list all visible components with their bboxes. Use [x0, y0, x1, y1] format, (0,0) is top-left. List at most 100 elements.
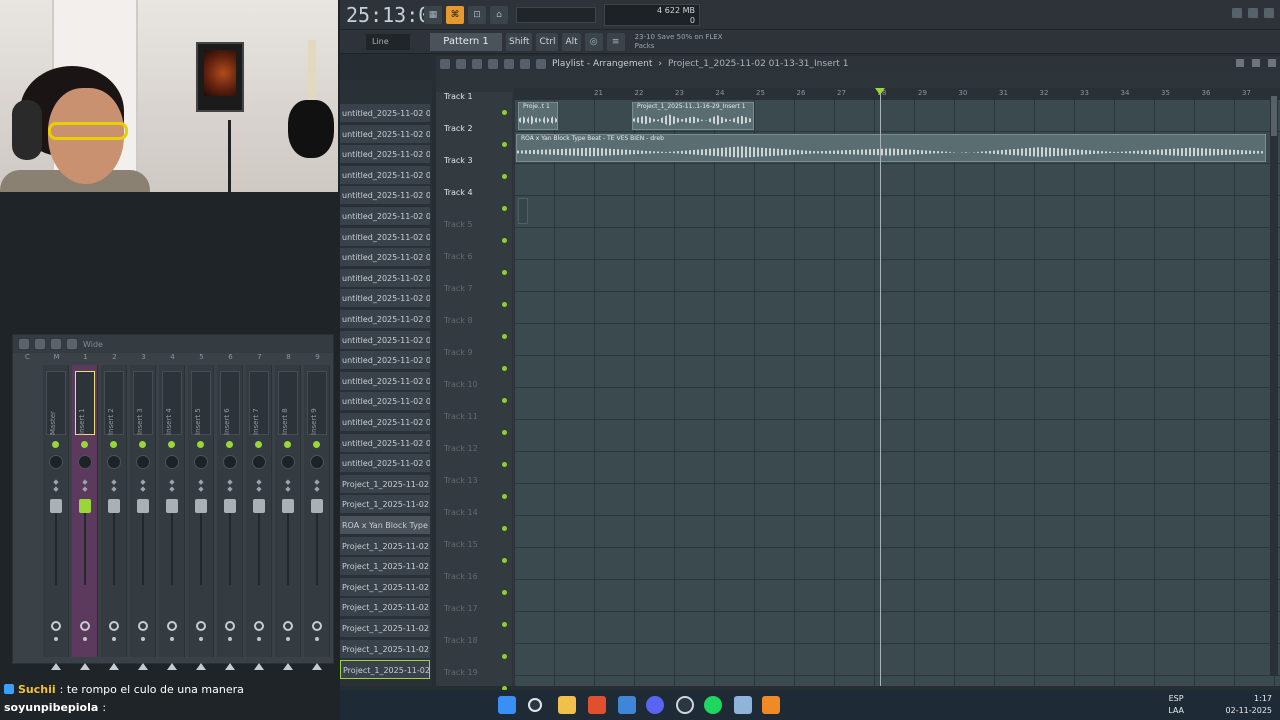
mixer-export-icon[interactable] [51, 339, 61, 349]
browser-item[interactable]: untitled_2025-11-02 00- [340, 124, 430, 144]
track-header[interactable]: Track 1 [444, 92, 508, 124]
empty-clip[interactable] [518, 198, 528, 224]
timeline-ruler[interactable]: 21 22 23 24 25 26 27 28 29 30 31 32 33 34 35 36 37 [514, 88, 1280, 100]
stereo-arrows-icon[interactable]: ◆ ◆ [312, 479, 322, 493]
mixer-strip-led[interactable] [284, 441, 291, 448]
send-ring-icon[interactable] [225, 621, 235, 631]
playhead[interactable] [875, 88, 885, 686]
mixer-link-icon[interactable] [67, 339, 77, 349]
stereo-arrows-icon[interactable]: ◆ ◆ [196, 479, 206, 493]
mixer-strip-led[interactable] [139, 441, 146, 448]
send-ring-icon[interactable] [109, 621, 119, 631]
track-enable-led[interactable] [502, 558, 507, 563]
browser-item[interactable]: Project_1_2025-11-02 0.. [340, 577, 430, 597]
pan-knob[interactable] [136, 455, 150, 469]
send-ring-icon[interactable] [80, 621, 90, 631]
route-arrow-icon[interactable] [312, 663, 322, 670]
stereo-arrows-icon[interactable]: ◆ ◆ [283, 479, 293, 493]
send-ring-icon[interactable] [138, 621, 148, 631]
pan-knob[interactable] [165, 455, 179, 469]
notepad-icon[interactable] [734, 696, 752, 714]
volume-fader[interactable] [253, 499, 265, 513]
audio-clip[interactable]: Proje..t 1 [518, 102, 558, 130]
zoom-tool-icon[interactable] [520, 59, 530, 69]
mixer-tool-icon[interactable] [35, 339, 45, 349]
promo-text[interactable]: 23-10 Save 50% on FLEX Packs [635, 33, 731, 51]
stereo-arrows-icon[interactable]: ◆ ◆ [225, 479, 235, 493]
track-header[interactable]: Track 9 [444, 348, 508, 380]
send-ring-icon[interactable] [167, 621, 177, 631]
browser-item[interactable]: untitled_2025-11-02 00- [340, 289, 430, 309]
browser-item[interactable]: untitled_2025-11-02 00- [340, 248, 430, 268]
browser-item[interactable]: untitled_2025-11-02 00- [340, 433, 430, 453]
snap-magnet-icon[interactable] [456, 59, 466, 69]
track-header[interactable]: Track 17 [444, 604, 508, 636]
slip-tool-icon[interactable] [504, 59, 514, 69]
browser-item[interactable]: untitled_2025-11-02 00- [340, 454, 430, 474]
volume-fader[interactable] [282, 499, 294, 513]
mixer-strip-led[interactable] [226, 441, 233, 448]
route-arrow-icon[interactable] [167, 663, 177, 670]
mixer-arrow-icon[interactable] [19, 339, 29, 349]
track-enable-led[interactable] [502, 494, 507, 499]
route-arrow-icon[interactable] [196, 663, 206, 670]
mixer-strip-led[interactable] [197, 441, 204, 448]
stereo-arrows-icon[interactable]: ◆ ◆ [254, 479, 264, 493]
playlist-minimize-icon[interactable] [1236, 59, 1244, 67]
track-enable-led[interactable] [502, 526, 507, 531]
route-arrow-icon[interactable] [283, 663, 293, 670]
track-enable-led[interactable] [502, 142, 507, 147]
browser-item[interactable]: Project_1_2025-11-02 0.. [340, 619, 430, 638]
browser-item[interactable]: Project_1_2025-11-02 0.. [340, 660, 430, 680]
stereo-arrows-icon[interactable]: ◆ ◆ [167, 479, 177, 493]
route-arrow-icon[interactable] [51, 663, 61, 670]
stereo-arrows-icon[interactable]: ◆ ◆ [80, 479, 90, 493]
close-icon[interactable] [1264, 8, 1274, 18]
pan-knob[interactable] [310, 455, 324, 469]
track-header[interactable]: Track 2 [444, 124, 508, 156]
track-header[interactable]: Track 12 [444, 444, 508, 476]
mixer-strip-led[interactable] [81, 441, 88, 448]
track-enable-led[interactable] [502, 174, 507, 179]
volume-fader[interactable] [137, 499, 149, 513]
browser-item[interactable]: untitled_2025-11-02 00- [340, 413, 430, 432]
track-enable-led[interactable] [502, 302, 507, 307]
mixer-strip[interactable]: Insert 7 ◆ ◆ [246, 365, 272, 670]
browser-item[interactable]: Project_1_2025-11-02 0.. [340, 536, 430, 556]
mixer-strip[interactable]: Insert 3 ◆ ◆ [130, 365, 156, 670]
arrangement-grid[interactable]: Proje..t 1 Project_1_2025-11..1-16-29_In… [514, 100, 1280, 686]
route-arrow-icon[interactable] [254, 663, 264, 670]
volume-fader[interactable] [166, 499, 178, 513]
volume-fader[interactable] [108, 499, 120, 513]
shift-key-button[interactable]: Shift [506, 32, 533, 51]
ctrl-key-button[interactable]: Ctrl [536, 32, 559, 51]
mixer-strip[interactable]: Insert 6 ◆ ◆ [217, 365, 243, 670]
playlist-maximize-icon[interactable] [1252, 59, 1260, 67]
send-ring-icon[interactable] [283, 621, 293, 631]
track-header[interactable]: Track 18 [444, 636, 508, 668]
snap-select[interactable]: Line [366, 33, 410, 50]
playhead-marker-icon[interactable] [875, 88, 885, 95]
tempo-icon[interactable]: ⌘ [446, 5, 464, 24]
browser-item[interactable]: untitled_2025-11-02 00- [340, 351, 430, 371]
stereo-arrows-icon[interactable]: ◆ ◆ [138, 479, 148, 493]
track-enable-led[interactable] [502, 654, 507, 659]
browser-item[interactable]: untitled_2025-11-02 00- [340, 186, 430, 206]
send-dot-icon[interactable] [199, 637, 203, 641]
mute-tool-icon[interactable] [488, 59, 498, 69]
mixer-strip[interactable]: Insert 5 ◆ ◆ [188, 365, 214, 670]
file-explorer-icon[interactable] [558, 696, 576, 714]
track-header[interactable]: Track 13 [444, 476, 508, 508]
alt-key-button[interactable]: Alt [562, 32, 581, 51]
audio-clip[interactable]: ROA x Yan Block Type Beat - TE VES BIEN … [516, 134, 1266, 162]
browser-item[interactable]: untitled_2025-11-02 00- [340, 207, 430, 226]
send-ring-icon[interactable] [254, 621, 264, 631]
browser-item[interactable]: untitled_2025-11-02 00- [340, 104, 430, 123]
pan-knob[interactable] [107, 455, 121, 469]
mixer-strip-led[interactable] [52, 441, 59, 448]
track-header[interactable]: Track 16 [444, 572, 508, 604]
browser-item[interactable]: Project_1_2025-11-02 0.. [340, 598, 430, 618]
browser-item[interactable]: Project_1_2025-11-02 0.. [340, 474, 430, 494]
pan-knob[interactable] [49, 455, 63, 469]
send-dot-icon[interactable] [257, 637, 261, 641]
